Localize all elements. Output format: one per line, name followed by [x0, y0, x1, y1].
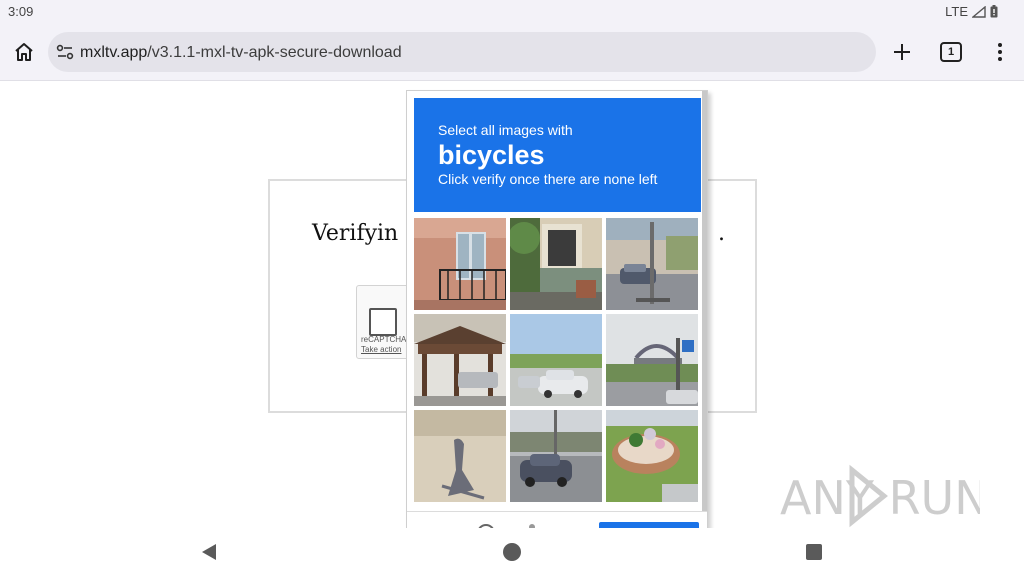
- image-tile[interactable]: [414, 218, 506, 310]
- image-tile[interactable]: [414, 410, 506, 502]
- home-nav-icon[interactable]: [503, 543, 521, 561]
- status-time: 3:09: [8, 4, 34, 19]
- screen: 3:09 LTE mxltv.app/v3.1.1-mxl-tv-apk-sec…: [0, 0, 1024, 576]
- challenge-instruction: Select all images with: [438, 122, 573, 138]
- back-icon[interactable]: [200, 542, 218, 562]
- browser-toolbar: mxltv.app/v3.1.1-mxl-tv-apk-secure-downl…: [0, 24, 1024, 81]
- new-tab-icon[interactable]: [890, 40, 914, 64]
- status-icons: LTE: [945, 4, 998, 19]
- challenge-hint: Click verify once there are none left: [438, 171, 658, 187]
- image-tile[interactable]: [510, 314, 602, 406]
- network-label: LTE: [945, 4, 968, 19]
- captcha-challenge: Select all images with bicycles Click ve…: [406, 90, 708, 528]
- url-path: /v3.1.1-mxl-tv-apk-secure-download: [147, 44, 402, 61]
- verify-heading: Verifyin: [312, 221, 399, 246]
- image-tile[interactable]: [606, 410, 698, 502]
- anyrun-watermark-logo: ANY RUN: [780, 464, 980, 528]
- recaptcha-brand: reCAPTCHA: [361, 335, 407, 344]
- home-icon[interactable]: [12, 40, 36, 64]
- system-nav-bar: [0, 528, 1024, 576]
- tab-switcher-button[interactable]: 1: [940, 42, 962, 62]
- url-host: mxltv.app: [80, 44, 148, 61]
- recaptcha-privacy-link[interactable]: Take action: [361, 345, 401, 354]
- challenge-target: bicycles: [438, 140, 545, 170]
- image-tile[interactable]: [606, 218, 698, 310]
- battery-icon: [990, 5, 998, 18]
- image-tile[interactable]: [606, 314, 698, 406]
- image-grid: [414, 218, 702, 506]
- challenge-scrollbar[interactable]: [702, 91, 707, 511]
- recaptcha-checkbox[interactable]: [369, 308, 397, 336]
- image-tile[interactable]: [510, 218, 602, 310]
- signal-icon: [972, 5, 986, 18]
- status-bar: 3:09 LTE: [0, 0, 1024, 24]
- url-bar[interactable]: mxltv.app/v3.1.1-mxl-tv-apk-secure-downl…: [48, 32, 876, 72]
- url-text[interactable]: mxltv.app/v3.1.1-mxl-tv-apk-secure-downl…: [80, 44, 402, 62]
- overflow-menu-icon[interactable]: [990, 40, 1010, 64]
- image-tile[interactable]: [510, 410, 602, 502]
- challenge-header: Select all images with bicycles Click ve…: [414, 98, 701, 212]
- image-tile[interactable]: [414, 314, 506, 406]
- verify-heading-end: .: [718, 221, 725, 246]
- challenge-footer: [407, 511, 707, 528]
- recents-icon[interactable]: [806, 544, 822, 560]
- site-settings-icon[interactable]: [56, 44, 74, 60]
